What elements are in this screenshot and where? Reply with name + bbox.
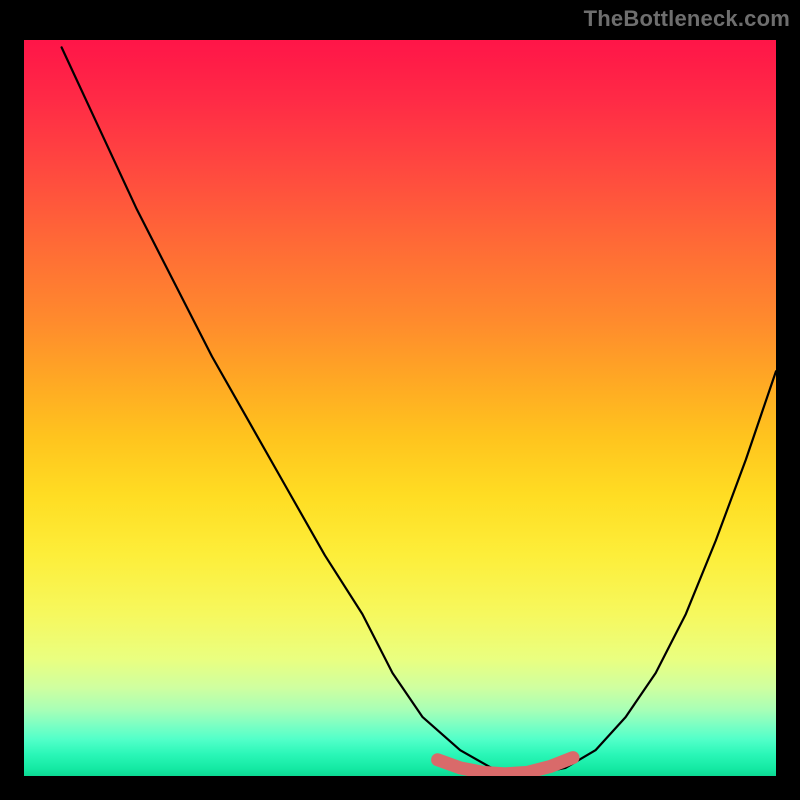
- bottleneck-curve: [62, 47, 776, 773]
- chart-stage: TheBottleneck.com: [0, 0, 800, 800]
- plot-area: [24, 40, 776, 776]
- watermark-text: TheBottleneck.com: [584, 6, 790, 32]
- fit-region-marker: [438, 758, 573, 774]
- curve-layer: [24, 40, 776, 776]
